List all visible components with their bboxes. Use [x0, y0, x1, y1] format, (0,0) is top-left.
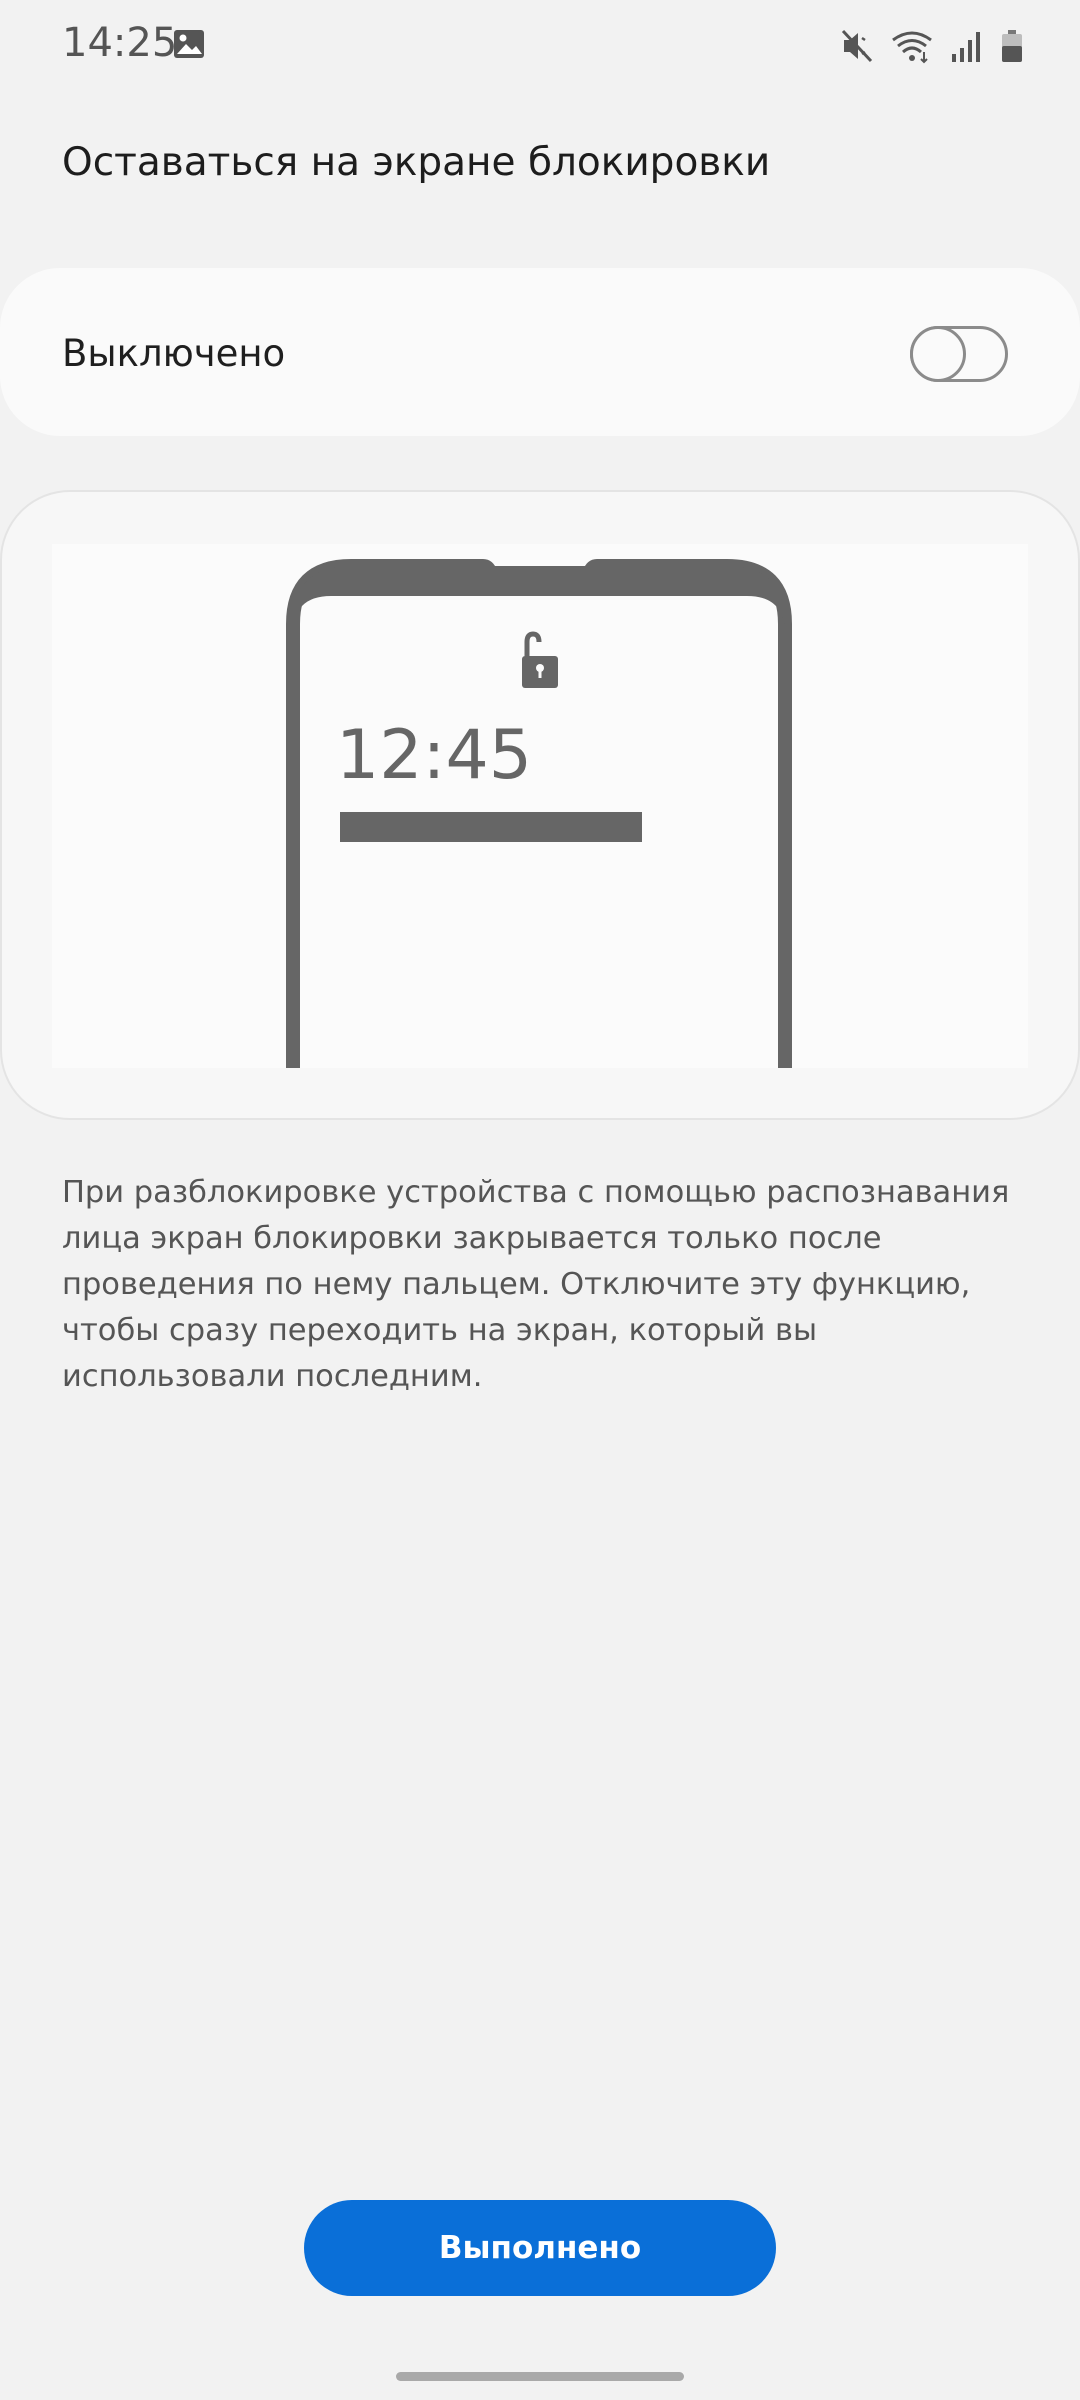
wifi-icon — [892, 31, 932, 64]
status-bar: 14:25 — [0, 0, 1080, 96]
home-indicator[interactable] — [396, 2372, 684, 2381]
signal-icon — [952, 32, 980, 62]
illustration-area: 12:45 — [52, 544, 1028, 1068]
page-title: Оставаться на экране блокировки — [62, 140, 771, 185]
phone-illustration: 12:45 — [286, 559, 792, 1068]
gallery-icon — [174, 30, 204, 58]
mute-icon — [841, 29, 873, 63]
illustration-bar — [340, 812, 642, 842]
status-time: 14:25 — [62, 20, 178, 66]
illustration-clock: 12:45 — [336, 716, 532, 795]
battery-icon — [1002, 30, 1022, 62]
toggle-label: Выключено — [62, 332, 286, 375]
switch-knob — [910, 326, 966, 382]
status-icons — [840, 24, 1024, 68]
stay-on-lock-screen-switch[interactable] — [910, 326, 1008, 382]
unlocked-padlock-icon — [522, 631, 558, 688]
description-text: При разблокировке устройства с помощью р… — [62, 1175, 1010, 1394]
padlock-keyhole-slot — [538, 668, 542, 678]
done-button[interactable]: Выполнено — [304, 2200, 776, 2296]
